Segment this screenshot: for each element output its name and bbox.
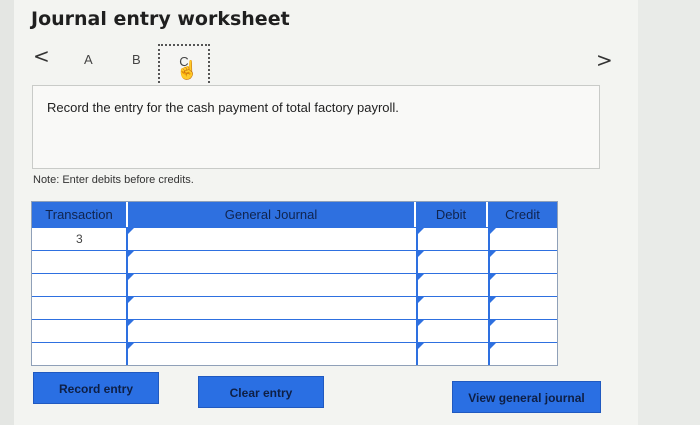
- transaction-cell: 3: [32, 228, 126, 250]
- prev-arrow-icon[interactable]: <: [33, 44, 50, 68]
- input-indicator-icon: [490, 297, 496, 303]
- input-indicator-icon: [418, 297, 424, 303]
- credit-input[interactable]: [488, 274, 557, 296]
- note-text: Note: Enter debits before credits.: [33, 174, 194, 186]
- input-indicator-icon: [490, 274, 496, 280]
- input-indicator-icon: [490, 228, 496, 234]
- hand-cursor-icon: ☝: [176, 60, 199, 80]
- journal-table: Transaction General Journal Debit Credit…: [31, 201, 558, 366]
- prompt-text: Record the entry for the cash payment of…: [47, 100, 399, 115]
- table-row: [32, 342, 557, 365]
- tab-b[interactable]: B: [132, 52, 141, 67]
- input-indicator-icon: [418, 343, 424, 349]
- col-header-transaction: Transaction: [32, 202, 126, 227]
- transaction-cell: [32, 343, 126, 365]
- account-select[interactable]: [126, 343, 416, 365]
- page-title: Journal entry worksheet: [31, 8, 290, 30]
- credit-input[interactable]: [488, 297, 557, 319]
- view-general-journal-button[interactable]: View general journal: [452, 381, 601, 413]
- table-row: [32, 273, 557, 296]
- transaction-cell: [32, 274, 126, 296]
- transaction-cell: [32, 297, 126, 319]
- input-indicator-icon: [490, 343, 496, 349]
- debit-input[interactable]: [416, 228, 488, 250]
- credit-input[interactable]: [488, 251, 557, 273]
- dropdown-indicator-icon: [128, 343, 134, 349]
- transaction-cell: [32, 320, 126, 342]
- input-indicator-icon: [418, 251, 424, 257]
- credit-input[interactable]: [488, 320, 557, 342]
- account-select[interactable]: [126, 228, 416, 250]
- credit-input[interactable]: [488, 343, 557, 365]
- account-select[interactable]: [126, 251, 416, 273]
- debit-input[interactable]: [416, 274, 488, 296]
- transaction-number: 3: [76, 232, 83, 246]
- transaction-cell: [32, 251, 126, 273]
- account-select[interactable]: [126, 320, 416, 342]
- account-select[interactable]: [126, 274, 416, 296]
- credit-input[interactable]: [488, 228, 557, 250]
- next-arrow-icon[interactable]: >: [596, 48, 613, 72]
- prompt-box: Record the entry for the cash payment of…: [32, 85, 600, 169]
- tab-a[interactable]: A: [84, 52, 93, 67]
- input-indicator-icon: [418, 228, 424, 234]
- right-margin: [638, 0, 700, 425]
- input-indicator-icon: [490, 251, 496, 257]
- clear-entry-button[interactable]: Clear entry: [198, 376, 324, 408]
- col-header-credit: Credit: [488, 202, 557, 227]
- input-indicator-icon: [490, 320, 496, 326]
- table-row: [32, 250, 557, 273]
- dropdown-indicator-icon: [128, 320, 134, 326]
- dropdown-indicator-icon: [128, 251, 134, 257]
- dropdown-indicator-icon: [128, 297, 134, 303]
- debit-input[interactable]: [416, 343, 488, 365]
- debit-input[interactable]: [416, 251, 488, 273]
- account-select[interactable]: [126, 297, 416, 319]
- table-row: [32, 319, 557, 342]
- debit-input[interactable]: [416, 320, 488, 342]
- record-entry-button[interactable]: Record entry: [33, 372, 159, 404]
- col-header-debit: Debit: [416, 202, 486, 227]
- dropdown-indicator-icon: [128, 228, 134, 234]
- col-header-general-journal: General Journal: [128, 202, 414, 227]
- debit-input[interactable]: [416, 297, 488, 319]
- table-row: 3: [32, 227, 557, 250]
- input-indicator-icon: [418, 274, 424, 280]
- input-indicator-icon: [418, 320, 424, 326]
- dropdown-indicator-icon: [128, 274, 134, 280]
- table-row: [32, 296, 557, 319]
